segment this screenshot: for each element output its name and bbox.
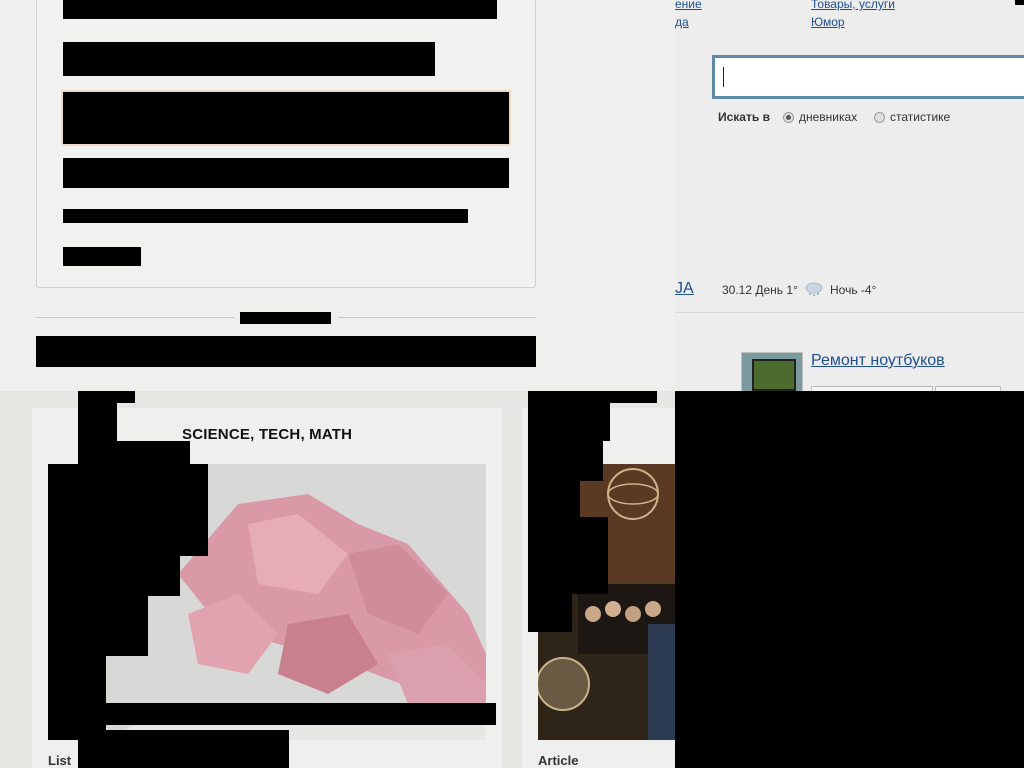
card-type-label: Article xyxy=(538,753,579,768)
redacted-block xyxy=(78,441,190,464)
divider xyxy=(338,317,536,318)
redacted-field xyxy=(63,42,435,76)
snow-cloud-icon xyxy=(805,282,823,296)
redacted-field xyxy=(63,0,497,19)
redacted-block xyxy=(48,556,180,596)
redacted-input[interactable] xyxy=(63,92,509,144)
category-link[interactable]: Юмор xyxy=(811,15,845,29)
redacted-region xyxy=(675,391,1024,768)
redacted-block xyxy=(48,656,106,740)
category-link[interactable]: да xyxy=(675,15,689,29)
redacted-block xyxy=(528,594,572,632)
card-type-label: List xyxy=(48,753,72,768)
divider xyxy=(675,312,1024,313)
redacted-block xyxy=(78,403,117,441)
category-link[interactable]: Товары, услуги xyxy=(811,0,895,11)
weather-date: 30.12 День 1° xyxy=(722,283,798,297)
search-input[interactable] xyxy=(712,55,1024,99)
redacted-block xyxy=(528,441,603,481)
redacted-input[interactable] xyxy=(63,158,509,188)
redacted-divider-label xyxy=(240,312,331,324)
radio-diaries-label[interactable]: дневниках xyxy=(799,110,857,124)
redacted-corner xyxy=(1015,0,1024,5)
card-title[interactable]: SCIENCE, TECH, MATH xyxy=(182,426,352,443)
radio-statistics[interactable] xyxy=(874,112,885,123)
weather-night: Ночь -4° xyxy=(830,283,877,297)
redacted-block xyxy=(528,517,608,594)
redacted-text xyxy=(63,209,468,223)
form-panel xyxy=(0,0,675,391)
redacted-block xyxy=(528,403,610,441)
ad-title-link[interactable]: Ремонт ноутбуков xyxy=(811,352,945,370)
category-link[interactable]: ение xyxy=(675,0,702,11)
redacted-block xyxy=(48,596,148,656)
redacted-caption xyxy=(78,703,496,725)
redacted-block xyxy=(528,481,580,517)
laptop-thumbnail-icon[interactable] xyxy=(741,352,803,392)
redacted-button[interactable] xyxy=(36,336,536,367)
weather-city-link[interactable]: JA xyxy=(675,280,694,298)
search-scope-label: Искать в xyxy=(718,110,770,124)
redacted-block xyxy=(78,391,135,403)
redacted-button[interactable] xyxy=(63,247,141,266)
divider xyxy=(36,317,234,318)
radio-statistics-label[interactable]: статистике xyxy=(890,110,950,124)
redacted-block xyxy=(48,464,208,556)
redacted-caption xyxy=(78,730,289,768)
text-caret xyxy=(723,67,724,87)
site-panel: ение да Товары, услуги Юмор Искать в дне… xyxy=(675,0,1024,392)
redacted-block xyxy=(528,391,657,403)
radio-diaries[interactable] xyxy=(783,112,794,123)
